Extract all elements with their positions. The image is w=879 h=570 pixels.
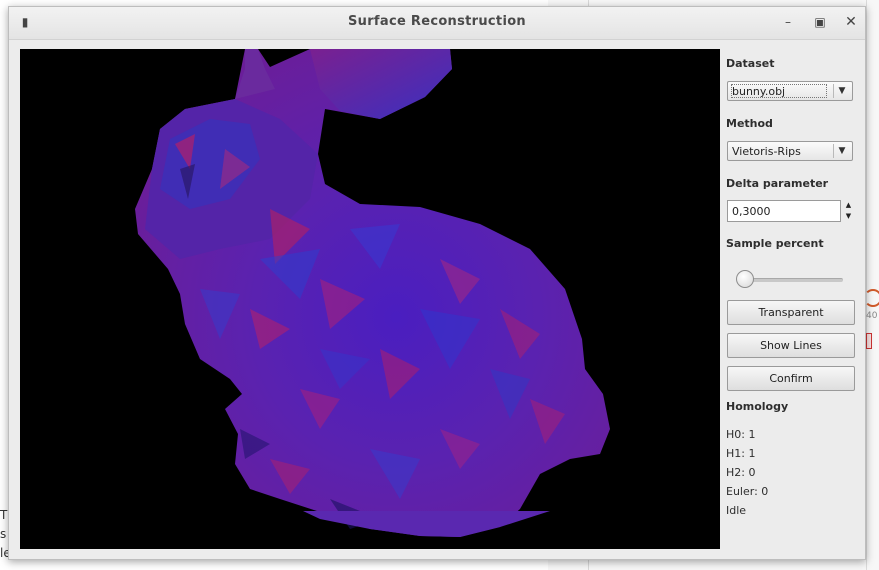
h2-value: H2: 0: [726, 466, 756, 479]
dataset-label: Dataset: [726, 57, 775, 70]
window-title: Surface Reconstruction: [347, 14, 526, 29]
delta-input[interactable]: 0,3000: [727, 200, 841, 222]
homology-label: Homology: [726, 400, 789, 413]
decrement-icon[interactable]: ▼: [842, 211, 855, 222]
sample-percent-label: Sample percent: [726, 237, 824, 250]
sample-percent-track[interactable]: [739, 278, 843, 282]
delta-label: Delta parameter: [726, 177, 829, 190]
dataset-select-value: bunny.obj: [732, 85, 786, 98]
status-text: Idle: [726, 504, 747, 517]
background-marker: [866, 333, 872, 349]
maximize-icon[interactable]: ▣: [812, 14, 828, 30]
transparent-button[interactable]: Transparent: [727, 300, 855, 325]
show-lines-button[interactable]: Show Lines: [727, 333, 855, 358]
close-icon[interactable]: ✕: [843, 14, 859, 30]
app-window: ▮ Surface Reconstruction – ▣ ✕ Dataset b…: [8, 6, 866, 560]
increment-icon[interactable]: ▲: [842, 200, 855, 211]
method-select-value: Vietoris-Rips: [732, 145, 801, 158]
render-viewport[interactable]: [20, 49, 720, 549]
control-panel: Dataset bunny.obj ▼ Method Vietoris-Rips…: [725, 49, 857, 549]
euler-value: Euler: 0: [726, 485, 769, 498]
method-select[interactable]: Vietoris-Rips ▼: [727, 141, 853, 161]
background-text: s: [0, 527, 7, 541]
delta-spinner[interactable]: 0,3000 ▲ ▼: [727, 200, 855, 222]
bunny-mesh-render: [135, 49, 610, 537]
background-text: 40: [866, 311, 878, 321]
chevron-down-icon: ▼: [833, 144, 850, 158]
dataset-select[interactable]: bunny.obj ▼: [727, 81, 853, 101]
sample-percent-slider[interactable]: [736, 270, 754, 288]
minimize-icon[interactable]: –: [780, 14, 796, 30]
title-bar[interactable]: ▮ Surface Reconstruction – ▣ ✕: [9, 7, 865, 40]
background-text: T: [0, 508, 8, 522]
method-label: Method: [726, 117, 773, 130]
chevron-down-icon: ▼: [833, 84, 850, 98]
h1-value: H1: 1: [726, 447, 756, 460]
h0-value: H0: 1: [726, 428, 756, 441]
background-icon: [864, 289, 879, 307]
confirm-button[interactable]: Confirm: [727, 366, 855, 391]
